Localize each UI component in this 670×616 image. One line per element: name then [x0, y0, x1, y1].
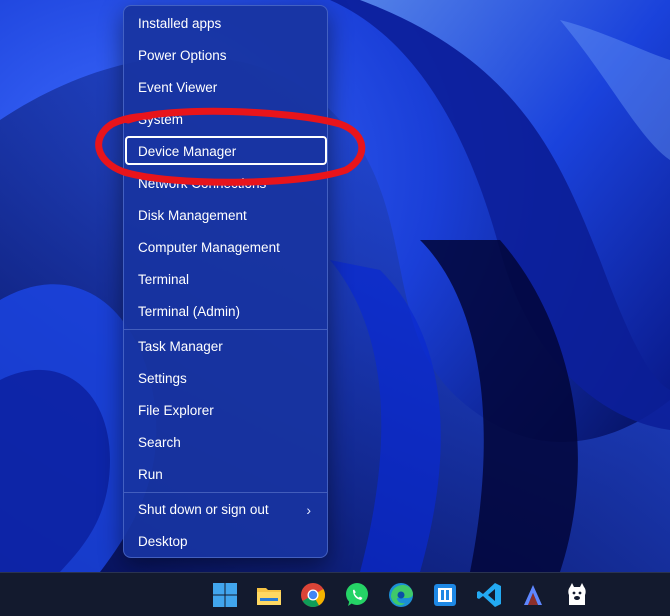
chevron-right-icon: › — [306, 502, 311, 518]
menu-item-task-manager[interactable]: Task Manager — [124, 333, 327, 361]
menu-item-run[interactable]: Run — [124, 461, 327, 489]
file-explorer-icon[interactable] — [255, 581, 283, 609]
menu-item-file-explorer[interactable]: File Explorer — [124, 397, 327, 425]
winx-context-menu: Installed apps Power Options Event Viewe… — [123, 5, 328, 558]
menu-item-event-viewer[interactable]: Event Viewer — [124, 74, 327, 102]
menu-separator — [124, 329, 327, 330]
edge-icon[interactable] — [387, 581, 415, 609]
windows-start-icon[interactable] — [211, 581, 239, 609]
menu-item-system[interactable]: System — [124, 106, 327, 134]
desktop-wallpaper — [0, 0, 670, 572]
vscode-icon[interactable] — [475, 581, 503, 609]
taskbar — [0, 572, 670, 616]
menu-item-network-connections[interactable]: Network Connections — [124, 170, 327, 198]
terminal-icon[interactable] — [431, 581, 459, 609]
menu-item-label: Shut down or sign out — [138, 502, 269, 517]
menu-separator — [124, 492, 327, 493]
app-a-icon[interactable] — [519, 581, 547, 609]
menu-item-terminal-admin[interactable]: Terminal (Admin) — [124, 298, 327, 326]
chrome-icon[interactable] — [299, 581, 327, 609]
menu-item-device-manager[interactable]: Device Manager — [124, 138, 327, 166]
menu-item-terminal[interactable]: Terminal — [124, 266, 327, 294]
menu-item-shut-down-or-sign-out[interactable]: Shut down or sign out › — [124, 496, 327, 524]
menu-item-disk-management[interactable]: Disk Management — [124, 202, 327, 230]
menu-item-installed-apps[interactable]: Installed apps — [124, 10, 327, 38]
menu-item-desktop[interactable]: Desktop — [124, 528, 327, 556]
whatsapp-icon[interactable] — [343, 581, 371, 609]
menu-item-computer-management[interactable]: Computer Management — [124, 234, 327, 262]
menu-item-search[interactable]: Search — [124, 429, 327, 457]
alpaca-icon[interactable] — [563, 581, 591, 609]
menu-item-settings[interactable]: Settings — [124, 365, 327, 393]
menu-item-power-options[interactable]: Power Options — [124, 42, 327, 70]
